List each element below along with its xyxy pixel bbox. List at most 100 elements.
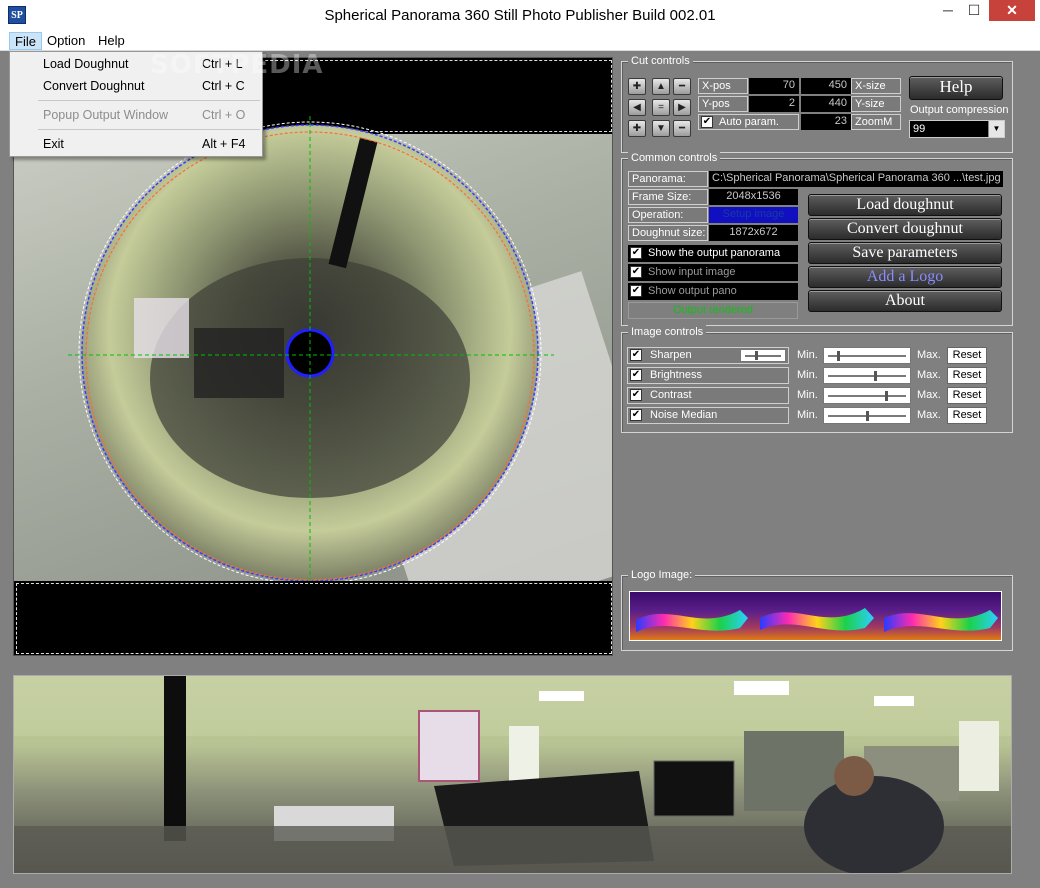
add-logo-button[interactable]: Add a Logo [808,266,1002,288]
brightness-reset-button[interactable]: Reset [947,367,987,384]
xsize-field[interactable]: 450 [801,78,851,94]
brightness-slider[interactable] [823,367,911,384]
arrow-left-icon[interactable]: ◀ [628,99,646,116]
ypos-label: Y-pos [698,96,748,112]
contrast-checkbox[interactable]: ✔ [630,389,642,401]
arrow-down-icon[interactable]: ▼ [652,120,670,137]
panorama-scene [14,676,1011,873]
show-input-image-checkbox[interactable]: ✔ [630,266,642,278]
contrast-max-label: Max. [917,389,941,401]
show-input-image-option[interactable]: ✔ Show input image [628,264,798,281]
show-output-panorama-checkbox[interactable]: ✔ [630,247,642,259]
frame-size-label: Frame Size: [628,189,708,205]
brightness-checkbox[interactable]: ✔ [630,369,642,381]
window-shape [134,298,189,358]
title-bar: SP Spherical Panorama 360 Still Photo Pu… [0,0,1040,31]
sharpen-reset-button[interactable]: Reset [947,347,987,364]
minimize-button[interactable]: ─ [934,0,962,21]
maximize-button[interactable]: ☐ [960,0,988,21]
output-compression-label: Output compression [910,104,1009,116]
monitor-shape [194,328,284,398]
about-button[interactable]: About [808,290,1002,312]
auto-param-toggle[interactable]: ✔ Auto param. [698,114,799,130]
menu-option[interactable]: Option [42,32,90,50]
noise-median-max-label: Max. [917,409,941,421]
sharpen-mini-thumb[interactable] [755,351,758,360]
menu-bar: File Option Help [0,31,1040,51]
xpos-field[interactable]: 70 [749,78,799,94]
menu-item-exit[interactable]: Exit Alt + F4 [10,133,262,155]
save-parameters-button[interactable]: Save parameters [808,242,1002,264]
contrast-toggle[interactable]: ✔ Contrast [627,387,789,404]
bottom-crop-marker [16,583,612,654]
contrast-reset-button[interactable]: Reset [947,387,987,404]
chevron-down-icon: ▼ [988,121,1004,137]
menu-separator [38,129,260,130]
logo-image[interactable] [629,591,1002,641]
operation-field: Setup image [709,207,798,223]
show-output-panorama-option[interactable]: ✔ Show the output panorama [628,245,798,262]
zoom-out-icon[interactable]: ━ [673,120,691,137]
sharpen-mini-slider[interactable] [740,349,786,362]
noise-median-slider[interactable] [823,407,911,424]
menu-file[interactable]: File [9,32,42,50]
cut-controls-title: Cut controls [628,54,693,68]
show-output-pano-checkbox[interactable]: ✔ [630,285,642,297]
common-controls-title: Common controls [628,151,721,165]
brightness-slider-thumb[interactable] [873,371,877,381]
operation-label: Operation: [628,207,708,223]
brightness-toggle[interactable]: ✔ Brightness [627,367,789,384]
ypos-field[interactable]: 2 [749,96,799,112]
xsize-label: X-size [851,78,901,94]
contrast-slider[interactable] [823,387,911,404]
convert-doughnut-button[interactable]: Convert doughnut [808,218,1002,240]
noise-median-checkbox[interactable]: ✔ [630,409,642,421]
brightness-min-label: Min. [797,369,818,381]
sharpen-slider[interactable] [823,347,911,364]
panorama-label: Panorama: [628,171,708,187]
arrow-up-icon[interactable]: ▲ [652,78,670,95]
menu-help[interactable]: Help [93,32,130,50]
sharpen-min-label: Min. [797,349,818,361]
logo-arrows-graphic [636,608,998,632]
arrow-right-icon[interactable]: ▶ [673,99,691,116]
help-button[interactable]: Help [909,76,1003,100]
window-title: Spherical Panorama 360 Still Photo Publi… [324,7,716,24]
noise-median-slider-thumb[interactable] [866,411,869,421]
frame-size-field: 2048x1536 [709,189,798,205]
zoom-label: ZoomM [851,114,901,130]
auto-param-label: Auto param. [719,116,779,128]
image-controls-title: Image controls [628,325,707,339]
menu-item-popup-output-window: Popup Output Window Ctrl + O [43,108,246,122]
logo-image-title: Logo Image: [628,568,696,582]
plus-icon[interactable]: ✚ [628,120,646,137]
sharpen-checkbox[interactable]: ✔ [630,349,642,361]
sharpen-slider-thumb[interactable] [837,351,841,361]
noise-median-reset-button[interactable]: Reset [947,407,987,424]
sharpen-toggle[interactable]: ✔ Sharpen [627,347,789,364]
brightness-max-label: Max. [917,369,941,381]
contrast-min-label: Min. [797,389,818,401]
output-compression-select[interactable]: 99 ▼ [909,120,1005,138]
minus-icon[interactable]: ━ [673,78,691,95]
noise-median-toggle[interactable]: ✔ Noise Median [627,407,789,424]
watermark: SOFTPEDIA [150,50,324,80]
panorama-path-field[interactable]: C:\Spherical Panorama\Spherical Panorama… [709,171,1003,187]
ysize-field[interactable]: 440 [801,96,851,112]
load-doughnut-button[interactable]: Load doughnut [808,194,1002,216]
auto-param-checkbox[interactable]: ✔ [701,116,713,128]
close-button[interactable]: ✕ [989,0,1035,21]
menu-separator [38,100,260,101]
doughnut-size-field: 1872x672 [709,225,798,241]
zoom-in-icon[interactable]: ✚ [628,78,646,95]
sharpen-max-label: Max. [917,349,941,361]
output-panorama[interactable] [13,675,1012,874]
xpos-label: X-pos [698,78,748,94]
ysize-label: Y-size [851,96,901,112]
contrast-slider-thumb[interactable] [885,391,888,401]
status-field: Output rendered [628,302,798,319]
show-output-pano-option[interactable]: ✔ Show output pano [628,283,798,300]
zoom-field[interactable]: 23 [801,114,851,130]
equal-icon[interactable]: = [652,99,670,116]
doughnut-size-label: Doughnut size: [628,225,708,241]
